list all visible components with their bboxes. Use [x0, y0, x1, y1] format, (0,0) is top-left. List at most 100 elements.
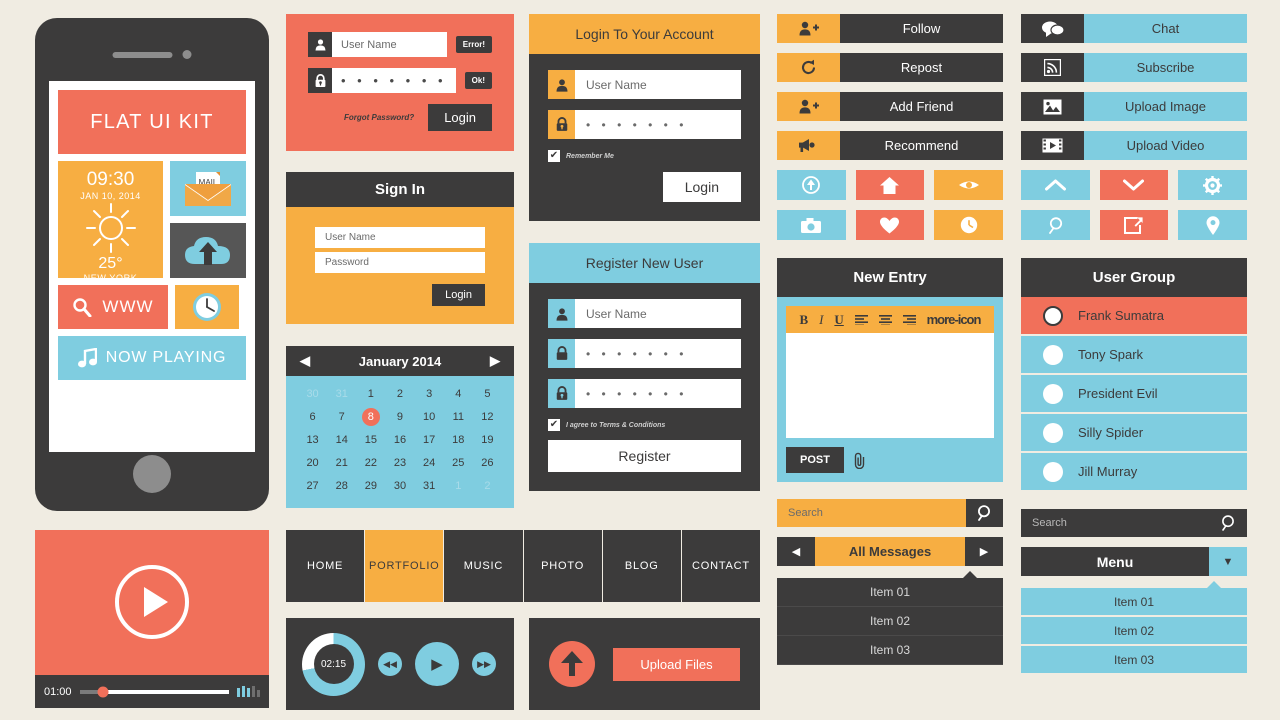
tile-now-playing[interactable]: NOW PLAYING [58, 336, 246, 380]
calendar-day[interactable]: 30 [298, 385, 327, 403]
calendar-next-button[interactable]: ▶ [490, 353, 500, 369]
calendar-day[interactable]: 25 [444, 454, 473, 472]
remember-me-checkbox[interactable]: ✔ [548, 150, 560, 162]
search-input-dark[interactable]: Search [1021, 517, 1210, 529]
login-account-username-input[interactable]: User Name [575, 70, 741, 99]
calendar-day[interactable]: 1 [356, 385, 385, 403]
chevron-down-icon-button[interactable] [1099, 170, 1169, 200]
subscribe-button[interactable]: Subscribe [1021, 53, 1247, 82]
upload-files-button[interactable]: Upload Files [613, 647, 740, 681]
nav-item-home[interactable]: HOME [286, 530, 366, 602]
calendar-day[interactable]: 21 [327, 454, 356, 472]
phone-home-button[interactable] [133, 455, 171, 493]
forgot-password-link[interactable]: Forgot Password? [344, 113, 414, 122]
chat-button[interactable]: Chat [1021, 14, 1247, 43]
calendar-day[interactable]: 2 [385, 385, 414, 403]
register-confirm-input[interactable]: • • • • • • • [575, 379, 741, 408]
menu-caret-button[interactable]: ▼ [1209, 547, 1247, 576]
arrow-up-icon-button[interactable] [549, 641, 595, 687]
signin-username-input[interactable]: User Name [315, 227, 485, 248]
heart-icon-button[interactable] [855, 210, 925, 240]
entry-textarea[interactable] [786, 333, 994, 438]
signin-password-input[interactable]: Password [315, 252, 485, 273]
more-icon[interactable]: more-icon [927, 312, 982, 327]
calendar-day[interactable]: 15 [356, 431, 385, 449]
dropdown-item[interactable]: Item 03 [777, 636, 1003, 665]
camera-icon-button[interactable] [777, 210, 846, 240]
messages-prev-button[interactable]: ◀ [777, 537, 815, 566]
search-button-dark[interactable] [1210, 515, 1247, 531]
upload-video-button[interactable]: Upload Video [1021, 131, 1247, 160]
nav-item-blog[interactable]: BLOG [603, 530, 682, 602]
chevron-up-icon-button[interactable] [1021, 170, 1090, 200]
volume-meter[interactable] [237, 686, 260, 697]
calendar-day[interactable]: 19 [473, 431, 502, 449]
nav-item-contact[interactable]: CONTACT [682, 530, 760, 602]
terms-row[interactable]: ✔ I agree to Terms & Conditions [548, 419, 741, 431]
calendar-day[interactable]: 26 [473, 454, 502, 472]
eye-icon-button[interactable] [934, 170, 1003, 200]
underline-button[interactable]: U [834, 312, 843, 328]
calendar-prev-button[interactable]: ◀ [300, 353, 310, 369]
messages-next-button[interactable]: ▶ [965, 537, 1003, 566]
calendar-day[interactable]: 10 [415, 408, 444, 426]
gear-icon-button[interactable] [1178, 170, 1247, 200]
calendar-day[interactable]: 3 [415, 385, 444, 403]
calendar-day[interactable]: 16 [385, 431, 414, 449]
play-button-large[interactable] [115, 565, 189, 639]
clock-icon-button[interactable] [934, 210, 1003, 240]
password-input[interactable]: • • • • • • • [332, 68, 456, 93]
music-play-button[interactable]: ▶ [415, 642, 459, 686]
calendar-day[interactable]: 27 [298, 477, 327, 495]
video-progress-knob[interactable] [97, 686, 109, 697]
user-group-item[interactable]: Frank Sumatra [1021, 297, 1247, 336]
bold-button[interactable]: B [799, 312, 808, 328]
post-button[interactable]: POST [786, 447, 844, 473]
calendar-day[interactable]: 31 [415, 477, 444, 495]
arrow-up-circle-icon-button[interactable] [777, 170, 846, 200]
login-account-button[interactable]: Login [662, 172, 741, 202]
register-password-input[interactable]: • • • • • • • [575, 339, 741, 368]
calendar-day[interactable]: 17 [415, 431, 444, 449]
music-next-button[interactable]: ▶▶ [472, 652, 496, 676]
calendar-day[interactable]: 24 [415, 454, 444, 472]
dropdown-item[interactable]: Item 01 [777, 578, 1003, 607]
follow-button[interactable]: Follow [777, 14, 1003, 43]
home-icon-button[interactable] [855, 170, 925, 200]
dropdown-item[interactable]: Item 02 [1021, 617, 1247, 646]
calendar-day[interactable]: 30 [385, 477, 414, 495]
add-friend-button[interactable]: Add Friend [777, 92, 1003, 121]
calendar-day[interactable]: 13 [298, 431, 327, 449]
tile-clock[interactable] [175, 285, 239, 329]
calendar-day[interactable]: 29 [356, 477, 385, 495]
nav-item-portfolio[interactable]: PORTFOLIO [365, 530, 445, 602]
login-button[interactable]: Login [428, 104, 492, 131]
paperclip-icon[interactable] [853, 452, 867, 469]
nav-item-photo[interactable]: PHOTO [524, 530, 603, 602]
upload-image-button[interactable]: Upload Image [1021, 92, 1247, 121]
dropdown-item[interactable]: Item 03 [1021, 646, 1247, 675]
search-icon-button[interactable] [1021, 210, 1090, 240]
register-button[interactable]: Register [548, 440, 741, 472]
repost-button[interactable]: Repost [777, 53, 1003, 82]
calendar-day[interactable]: 20 [298, 454, 327, 472]
music-prev-button[interactable]: ◀◀ [378, 652, 402, 676]
signin-login-button[interactable]: Login [432, 284, 485, 306]
align-left-icon[interactable] [854, 314, 868, 325]
calendar-day[interactable]: 28 [327, 477, 356, 495]
tile-mail[interactable]: MAIL [170, 161, 246, 216]
user-group-item[interactable]: Jill Murray [1021, 453, 1247, 492]
calendar-day[interactable]: 9 [385, 408, 414, 426]
italic-button[interactable]: I [819, 312, 823, 328]
remember-me-row[interactable]: ✔ Remember Me [548, 150, 741, 162]
menu-label[interactable]: Menu [1021, 547, 1209, 576]
dropdown-item[interactable]: Item 02 [777, 607, 1003, 636]
share-icon-button[interactable] [1099, 210, 1169, 240]
align-center-icon[interactable] [878, 314, 892, 325]
calendar-day[interactable]: 2 [473, 477, 502, 495]
user-group-item[interactable]: Tony Spark [1021, 336, 1247, 375]
tile-weather[interactable]: 09:30 JAN 10, 2014 25° NEW YORK [58, 161, 163, 283]
register-username-input[interactable]: User Name [575, 299, 741, 328]
calendar-day[interactable]: 8 [356, 408, 385, 426]
username-input[interactable]: User Name [332, 32, 447, 57]
